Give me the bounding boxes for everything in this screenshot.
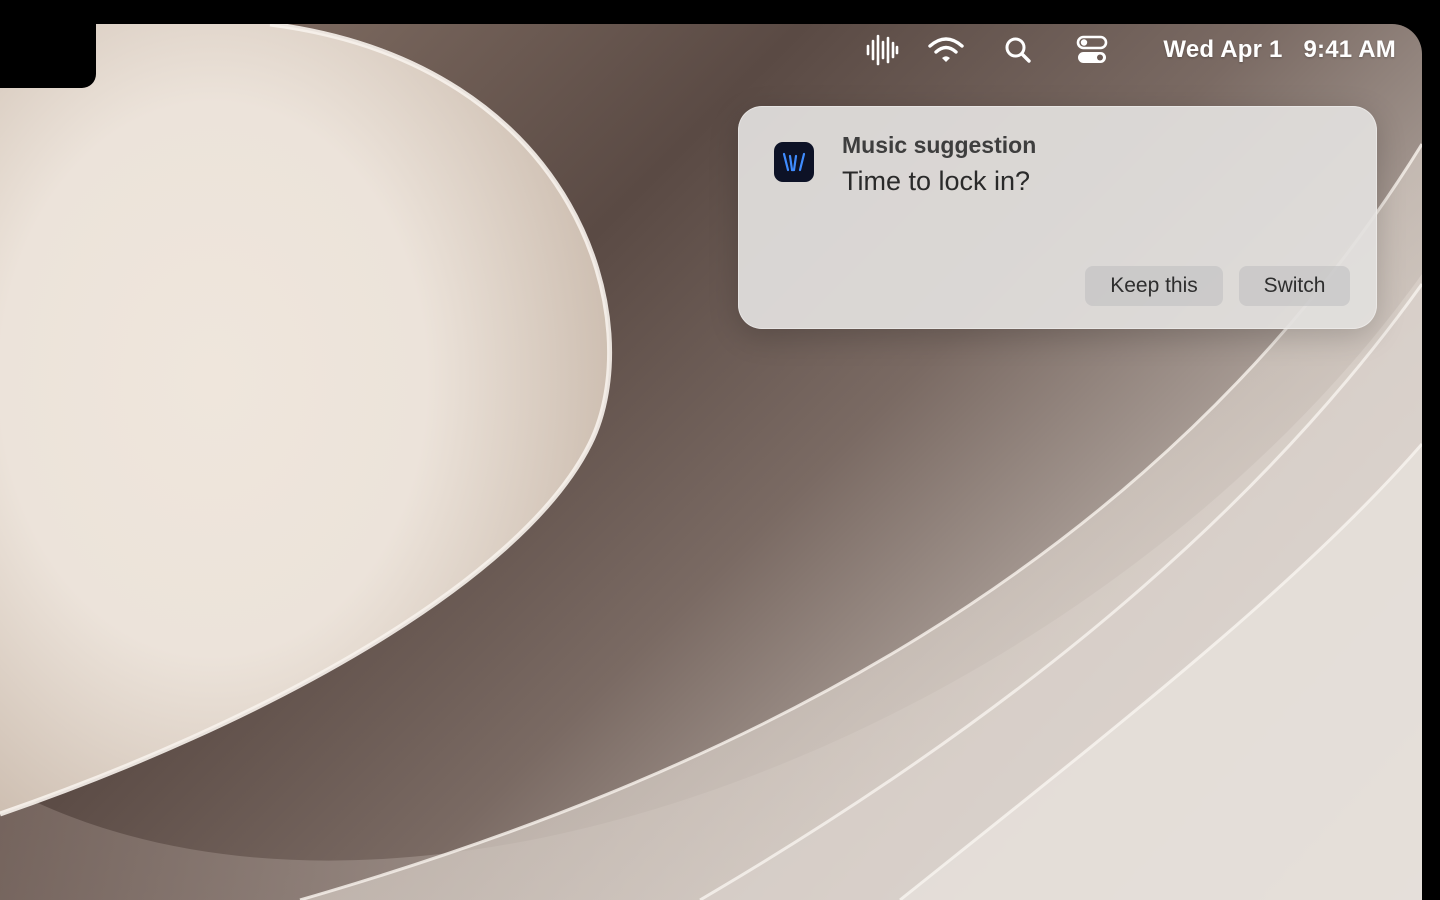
- audio-waveform-icon[interactable]: [862, 34, 902, 66]
- search-icon[interactable]: [998, 34, 1038, 66]
- menu-bar-time: 9:41 AM: [1303, 36, 1396, 63]
- notification-banner[interactable]: Music suggestion Time to lock in? Keep t…: [738, 106, 1377, 329]
- keep-this-button[interactable]: Keep this: [1085, 266, 1223, 306]
- wifi-icon[interactable]: [926, 34, 966, 66]
- menu-bar: Wed Apr 1 9:41 AM: [0, 24, 1422, 76]
- control-center-icon[interactable]: [1072, 34, 1112, 66]
- menu-bar-date: Wed Apr 1: [1163, 36, 1283, 63]
- switch-button[interactable]: Switch: [1239, 266, 1350, 306]
- notification-body: Time to lock in?: [842, 166, 1031, 196]
- music-app-icon: [774, 142, 814, 182]
- menu-bar-clock[interactable]: Wed Apr 1 9:41 AM: [1163, 36, 1396, 64]
- notification-title: Music suggestion: [842, 132, 1037, 158]
